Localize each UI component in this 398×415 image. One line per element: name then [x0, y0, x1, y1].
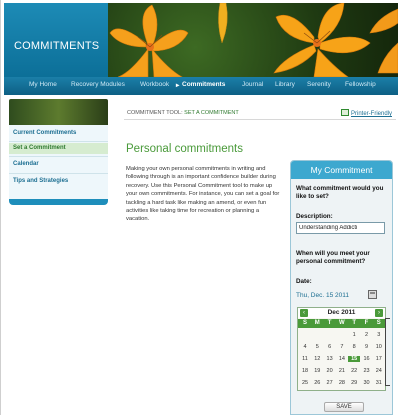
sidebar-divider [9, 173, 108, 174]
date-value[interactable]: Thu, Dec. 15 2011 [296, 292, 349, 299]
nav-recovery-modules[interactable]: Recovery Modules [71, 81, 125, 88]
sidebar-item-current-commitments[interactable]: Current Commitments [13, 130, 76, 136]
panel-title: My Commitment [310, 165, 373, 175]
banner-photo [108, 3, 398, 77]
sidebar-divider [9, 141, 108, 142]
calendar-day[interactable]: 16 [361, 356, 373, 362]
sidebar-menu: Current Commitments Set a Commitment Cal… [9, 125, 108, 205]
calendar-month: Dec 2011 [327, 309, 356, 316]
nav-journal[interactable]: Journal [242, 81, 263, 88]
calendar-day[interactable]: 25 [299, 380, 311, 386]
weekday-label: F [364, 320, 369, 326]
sidebar-item-set-commitment[interactable]: Set a Commitment [9, 143, 108, 154]
calendar-day[interactable]: 1 [348, 332, 360, 338]
next-month-button[interactable]: › [375, 309, 383, 317]
nav-active-marker: ▸ [176, 82, 180, 89]
calendar-icon[interactable] [368, 290, 377, 299]
calendar-day[interactable]: 7 [336, 344, 348, 350]
weekday-label: T [352, 320, 357, 326]
question-when: When will you meet your personal commitm… [296, 250, 370, 265]
calendar-day[interactable]: 17 [373, 356, 385, 362]
nav-my-home[interactable]: My Home [29, 81, 57, 88]
main-nav: My Home Recovery Modules Workbook ▸ Comm… [4, 77, 398, 95]
calendar-day[interactable]: 28 [336, 380, 348, 386]
printer-icon [340, 109, 349, 116]
question-what: What commitment would you like to set? [296, 185, 384, 200]
calendar-day[interactable]: 22 [348, 368, 360, 374]
calendar-day[interactable]: 2 [361, 332, 373, 338]
calendar-day[interactable]: 31 [373, 380, 385, 386]
breadcrumb-section[interactable]: COMMITMENT TOOL: [127, 110, 183, 116]
calendar-header: ‹ Dec 2011 › [298, 308, 385, 318]
calendar-day[interactable]: 10 [373, 344, 385, 350]
sidebar-header-image [9, 99, 108, 125]
calendar-day-selected[interactable]: 15 [348, 356, 361, 362]
weekday-label: W [339, 320, 345, 326]
nav-serenity[interactable]: Serenity [307, 81, 331, 88]
page-frame: COMMITMENTS My Home Recovery Modules Wor… [0, 0, 398, 415]
weekday-label: T [327, 320, 332, 326]
weekday-header: SMTWTFS [298, 319, 385, 328]
weekday-label: S [302, 320, 307, 326]
calendar-day[interactable]: 29 [348, 380, 360, 386]
calendar-scrollbar[interactable] [385, 318, 390, 386]
weekday-label: M [314, 320, 320, 326]
breadcrumb-current: SET A COMMITMENT [184, 110, 239, 116]
calendar-day[interactable]: 11 [299, 356, 311, 362]
panel-header: My Commitment [291, 161, 392, 179]
sidebar-divider [9, 156, 108, 157]
calendar-day[interactable]: 3 [373, 332, 385, 338]
weekday-label: S [376, 320, 381, 326]
calendar-day[interactable]: 13 [324, 356, 336, 362]
printer-friendly-link[interactable]: Printer-Friendly [340, 109, 392, 117]
calendar-day[interactable]: 23 [361, 368, 373, 374]
calendar-day[interactable]: 8 [348, 344, 360, 350]
intro-paragraph: Making your own personal commitments in … [126, 166, 280, 223]
calendar-day[interactable]: 27 [324, 380, 336, 386]
breadcrumb: COMMITMENT TOOL: SET A COMMITMENT Printe… [124, 108, 396, 120]
calendar-day[interactable]: 24 [373, 368, 385, 374]
description-input[interactable] [296, 222, 385, 234]
calendar-day[interactable]: 6 [324, 344, 336, 350]
calendar-day[interactable]: 4 [299, 344, 311, 350]
printer-friendly-label: Printer-Friendly [350, 111, 392, 117]
calendar-day[interactable]: 19 [311, 368, 323, 374]
description-label: Description: [296, 213, 333, 220]
calendar-day[interactable]: 18 [299, 368, 311, 374]
calendar-day[interactable]: 5 [311, 344, 323, 350]
calendar-day[interactable]: 30 [361, 380, 373, 386]
header-banner: COMMITMENTS [4, 3, 398, 77]
nav-library[interactable]: Library [275, 81, 295, 88]
logo-box[interactable]: COMMITMENTS [4, 3, 108, 77]
sidebar-item-tips[interactable]: Tips and Strategies [13, 178, 68, 184]
date-picker: ‹ Dec 2011 › SMTWTFS 1 2 3 4 5 6 7 8 9 10 11 12 13 14… [297, 307, 386, 391]
calendar-day[interactable]: 12 [311, 356, 323, 362]
nav-workbook[interactable]: Workbook [140, 81, 169, 88]
calendar-day[interactable]: 26 [311, 380, 323, 386]
brand-title: COMMITMENTS [14, 40, 100, 52]
calendar-day[interactable]: 21 [336, 368, 348, 374]
nav-fellowship[interactable]: Fellowship [345, 81, 376, 88]
date-label: Date: [296, 278, 312, 285]
calendar-day[interactable]: 20 [324, 368, 336, 374]
sidebar-item-calendar[interactable]: Calendar [13, 161, 39, 167]
save-button[interactable]: SAVE [324, 402, 364, 412]
calendar-day[interactable]: 14 [336, 356, 348, 362]
nav-commitments[interactable]: Commitments [182, 81, 225, 88]
breadcrumb-text: COMMITMENT TOOL: SET A COMMITMENT [127, 110, 239, 116]
lily-flowers-image [109, 3, 398, 77]
page-title: Personal commitments [126, 143, 243, 155]
calendar-day[interactable]: 9 [361, 344, 373, 350]
